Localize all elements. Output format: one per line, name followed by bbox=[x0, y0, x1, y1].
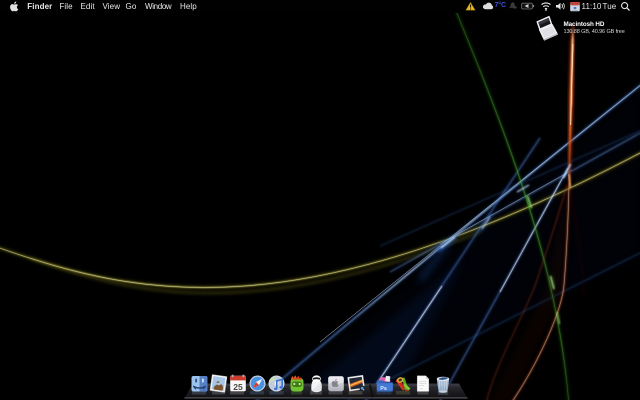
svg-text:25: 25 bbox=[233, 382, 243, 392]
